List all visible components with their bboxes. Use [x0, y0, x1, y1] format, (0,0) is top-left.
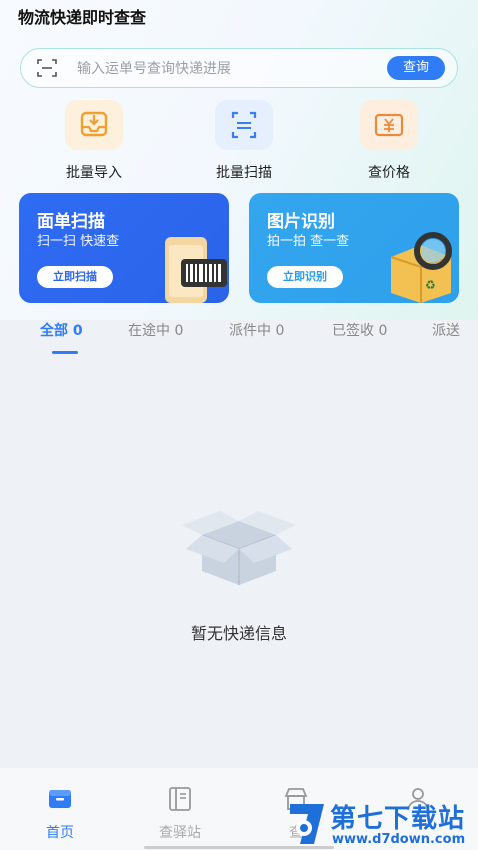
search-input[interactable]: [75, 57, 379, 81]
tab-all[interactable]: 全部 0: [40, 320, 83, 340]
card-subtitle: 扫一扫 快速查: [37, 234, 120, 249]
magnifier-package-icon: ♻: [390, 232, 452, 303]
search-button[interactable]: 查询: [387, 56, 445, 80]
tab-signed[interactable]: 已签收 0: [332, 320, 387, 340]
tab-in-transit[interactable]: 在途中 0: [128, 320, 183, 340]
tab-delivering[interactable]: 派件中 0: [229, 320, 284, 340]
quick-action-check-price[interactable]: 查价格: [329, 100, 449, 182]
empty-box-icon: [182, 511, 296, 585]
home-box-icon: [49, 790, 71, 808]
book-icon: [169, 787, 191, 811]
quick-action-batch-import[interactable]: 批量导入: [34, 100, 154, 182]
scan-frame-icon: [215, 100, 273, 150]
barcode-phone-icon: [165, 237, 227, 303]
watermark: 第七下载站 www.d7down.com: [286, 798, 476, 850]
watermark-url: www.d7down.com: [332, 832, 466, 847]
inbox-import-icon: [65, 100, 123, 150]
card-image-recognition[interactable]: 图片识别 拍一拍 查一查 立即识别 ♻: [249, 193, 459, 303]
card-title: 图片识别: [267, 212, 335, 232]
quick-action-label: 批量导入: [66, 165, 122, 181]
home-indicator: [144, 846, 334, 849]
watermark-logo-icon: [290, 804, 324, 844]
nav-home[interactable]: 首页: [30, 786, 90, 842]
quick-action-label: 批量扫描: [216, 165, 272, 181]
card-waybill-scan[interactable]: 面单扫描 扫一扫 快速查 立即扫描: [19, 193, 229, 303]
tab-dispatch[interactable]: 派送: [432, 320, 460, 340]
nav-label: 首页: [46, 825, 74, 841]
watermark-text: 第七下载站: [330, 804, 466, 834]
price-tag-icon: [360, 100, 418, 150]
recognize-now-button[interactable]: 立即识别: [267, 266, 343, 288]
quick-action-label: 查价格: [368, 165, 410, 181]
card-subtitle: 拍一拍 查一查: [267, 234, 350, 249]
scan-icon[interactable]: [37, 59, 57, 77]
svg-text:♻: ♻: [425, 278, 436, 292]
nav-check-station[interactable]: 查驿站: [150, 786, 210, 842]
nav-label: 查驿站: [159, 825, 201, 841]
quick-action-batch-scan[interactable]: 批量扫描: [184, 100, 304, 182]
search-bar[interactable]: 查询: [20, 48, 458, 88]
active-tab-indicator: [52, 351, 78, 354]
app-title: 物流快递即时查查: [18, 8, 147, 27]
status-tabs: 全部 0 在途中 0 派件中 0 已签收 0 派送: [0, 318, 478, 358]
scan-now-button[interactable]: 立即扫描: [37, 266, 113, 288]
empty-state-text: 暂无快递信息: [190, 624, 287, 643]
card-title: 面单扫描: [37, 212, 105, 232]
